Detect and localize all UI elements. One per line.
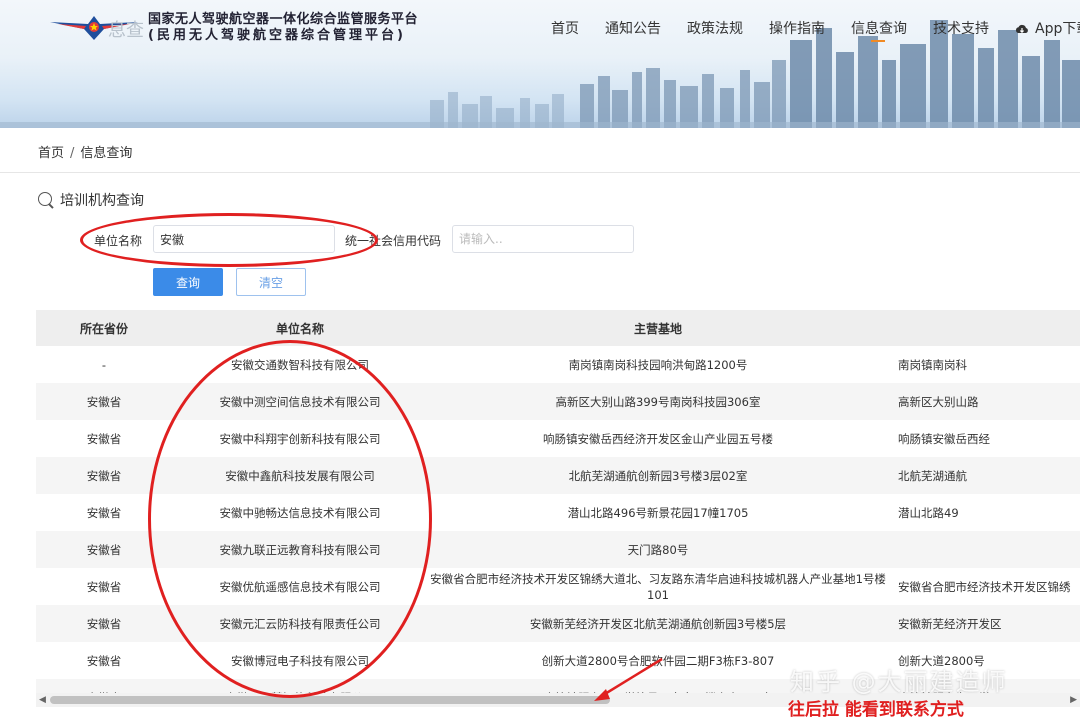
- cell-main-base: 响肠镇安徽岳西经济开发区金山产业园五号楼: [543, 431, 773, 446]
- table-row: 安徽省 安徽中科翔宇创新科技有限公司 响肠镇安徽岳西经济开发区金山产业园五号楼 响肠镇…: [36, 420, 1080, 457]
- credit-code-label: 统一社会信用代码: [345, 234, 442, 248]
- header-main-base: 主营基地: [428, 310, 888, 346]
- unit-name-label: 单位名称: [94, 234, 143, 248]
- cell-next: 潜山北路49: [898, 505, 959, 520]
- section-title-label: 培训机构查询: [60, 193, 144, 209]
- cell-unit-name: 安徽中科翔宇创新科技有限公司: [219, 431, 381, 446]
- cell-province: 安徽省: [36, 605, 172, 642]
- cell-province: 安徽省: [36, 383, 172, 420]
- table-row: 安徽省 安徽九联正远教育科技有限公司 天门路80号: [36, 531, 1080, 568]
- cell-province: 安徽省: [36, 679, 172, 693]
- scroll-right-arrow-icon[interactable]: ▶: [1070, 695, 1077, 705]
- nav-guide[interactable]: 操作指南: [769, 18, 825, 38]
- cell-province: 安徽省: [36, 531, 172, 568]
- header-ghost-text: 息查: [108, 20, 144, 41]
- cell-next: [888, 531, 1080, 568]
- nav-notices[interactable]: 通知公告: [605, 18, 661, 38]
- active-nav-indicator: [871, 40, 885, 42]
- table-row: 安徽省 安徽中驰畅达信息技术有限公司 潜山北路496号新景花园17幢1705 潜山北路…: [36, 494, 1080, 531]
- annotation-arrow-icon: [594, 657, 663, 701]
- breadcrumb-separator: /: [70, 146, 75, 161]
- header-next: [888, 310, 1080, 346]
- breadcrumb: 首页 / 信息查询: [38, 142, 132, 161]
- cell-main-base: 北航芜湖通航创新园3号楼3层02室: [428, 457, 888, 494]
- nav-info-query[interactable]: 信息查询: [851, 18, 907, 38]
- cell-unit-name: 安徽中测空间信息技术有限公司: [172, 383, 428, 420]
- scroll-left-arrow-icon[interactable]: ◀: [39, 695, 46, 705]
- results-table: 所在省份 单位名称 主营基地 - 安徽交通数智科技有限公司 南岗镇南岗科技园响洪甸路…: [36, 310, 1080, 693]
- divider: [0, 172, 1080, 173]
- cloud-download-icon: [1015, 24, 1028, 34]
- cell-next: 高新区大别山路: [888, 383, 1080, 420]
- cell-main-base: 南岗镇南岗科技园响洪甸路1200号: [568, 357, 748, 372]
- cell-main-base: 潜山北路496号新景花园17幢1705: [567, 505, 749, 520]
- table-row: 安徽省 安徽优航遥感信息技术有限公司 安徽省合肥市经济技术开发区锦绣大道北、习友路东…: [36, 568, 1080, 605]
- header-unit-name: 单位名称: [172, 310, 428, 346]
- breadcrumb-home[interactable]: 首页: [38, 146, 64, 161]
- nav-home[interactable]: 首页: [551, 18, 579, 38]
- cell-province: 安徽省: [36, 457, 172, 494]
- platform-title-sub: (民用无人驾驶航空器综合管理平台): [148, 28, 406, 43]
- cell-unit-name: 安徽中驰畅达信息技术有限公司: [219, 505, 381, 520]
- table-row: 安徽省 安徽元汇云防科技有限责任公司 安徽新芜经济开发区北航芜湖通航创新园3号楼5层…: [36, 605, 1080, 642]
- cell-next: 响肠镇安徽岳西经: [898, 431, 990, 446]
- section-title: 培训机构查询: [38, 190, 144, 210]
- zhihu-watermark: 知乎 @大丽建造师: [790, 668, 1008, 696]
- breadcrumb-current: 信息查询: [80, 146, 133, 161]
- site-header: 息查 国家无人驾驶航空器一体化综合监管服务平台 (民用无人驾驶航空器综合管理平台…: [0, 0, 1080, 128]
- cell-main-base: 天门路80号: [428, 531, 888, 568]
- header-province: 所在省份: [36, 310, 172, 346]
- cell-main-base: 安徽新芜经济开发区北航芜湖通航创新园3号楼5层: [428, 605, 888, 642]
- nav-app-download-label: App下载: [1035, 21, 1080, 37]
- cell-next: 北航芜湖通航: [888, 457, 1080, 494]
- cell-province: -: [101, 357, 107, 372]
- cell-province: 安徽省: [86, 505, 122, 520]
- unit-name-input[interactable]: [153, 225, 335, 253]
- cell-next: 安徽省合肥市经济技术开发区锦绣: [898, 579, 1071, 594]
- table-row: - 安徽交通数智科技有限公司 南岗镇南岗科技园响洪甸路1200号 南岗镇南岗科: [36, 346, 1080, 383]
- platform-title-main: 国家无人驾驶航空器一体化综合监管服务平台: [148, 12, 419, 27]
- nav-app-download[interactable]: App下载: [1015, 18, 1080, 38]
- table-header-row: 所在省份 单位名称 主营基地: [36, 310, 1080, 346]
- cell-next: 南岗镇南岗科: [898, 357, 967, 372]
- credit-code-input[interactable]: [452, 225, 634, 253]
- cell-unit-name: 安徽优航遥感信息技术有限公司: [219, 579, 381, 594]
- cell-unit-name: 安徽天机慧智能科技有限公司: [172, 679, 428, 693]
- cell-province: 安徽省: [86, 653, 122, 668]
- cell-main-base: 安徽省合肥市经济技术开发区锦绣大道北、习友路东清华启迪科技城机器人产业基地1号楼…: [430, 571, 886, 602]
- nav-policies[interactable]: 政策法规: [687, 18, 743, 38]
- cell-unit-name: 安徽中鑫航科技发展有限公司: [172, 457, 428, 494]
- cell-next: 安徽新芜经济开发区: [888, 605, 1080, 642]
- clear-button[interactable]: 清空: [236, 268, 306, 296]
- table-row: 安徽省 安徽中鑫航科技发展有限公司 北航芜湖通航创新园3号楼3层02室 北航芜湖通航: [36, 457, 1080, 494]
- cell-unit-name: 安徽博冠电子科技有限公司: [231, 653, 369, 668]
- query-button[interactable]: 查询: [153, 268, 223, 296]
- annotation-text: 往后拉 能看到联系方式: [788, 700, 964, 720]
- cell-unit-name: 安徽九联正远教育科技有限公司: [172, 531, 428, 568]
- cell-unit-name: 安徽交通数智科技有限公司: [231, 357, 369, 372]
- cell-province: 安徽省: [86, 431, 122, 446]
- cell-unit-name: 安徽元汇云防科技有限责任公司: [172, 605, 428, 642]
- cell-province: 安徽省: [86, 579, 122, 594]
- cell-main-base: 高新区大别山路399号南岗科技园306室: [428, 383, 888, 420]
- platform-title: 国家无人驾驶航空器一体化综合监管服务平台 (民用无人驾驶航空器综合管理平台): [148, 12, 418, 44]
- nav-tech-support[interactable]: 技术支持: [933, 18, 989, 38]
- search-icon: [38, 192, 52, 206]
- table-row: 安徽省 安徽中测空间信息技术有限公司 高新区大别山路399号南岗科技园306室 高新区…: [36, 383, 1080, 420]
- scrollbar-thumb[interactable]: [50, 696, 610, 704]
